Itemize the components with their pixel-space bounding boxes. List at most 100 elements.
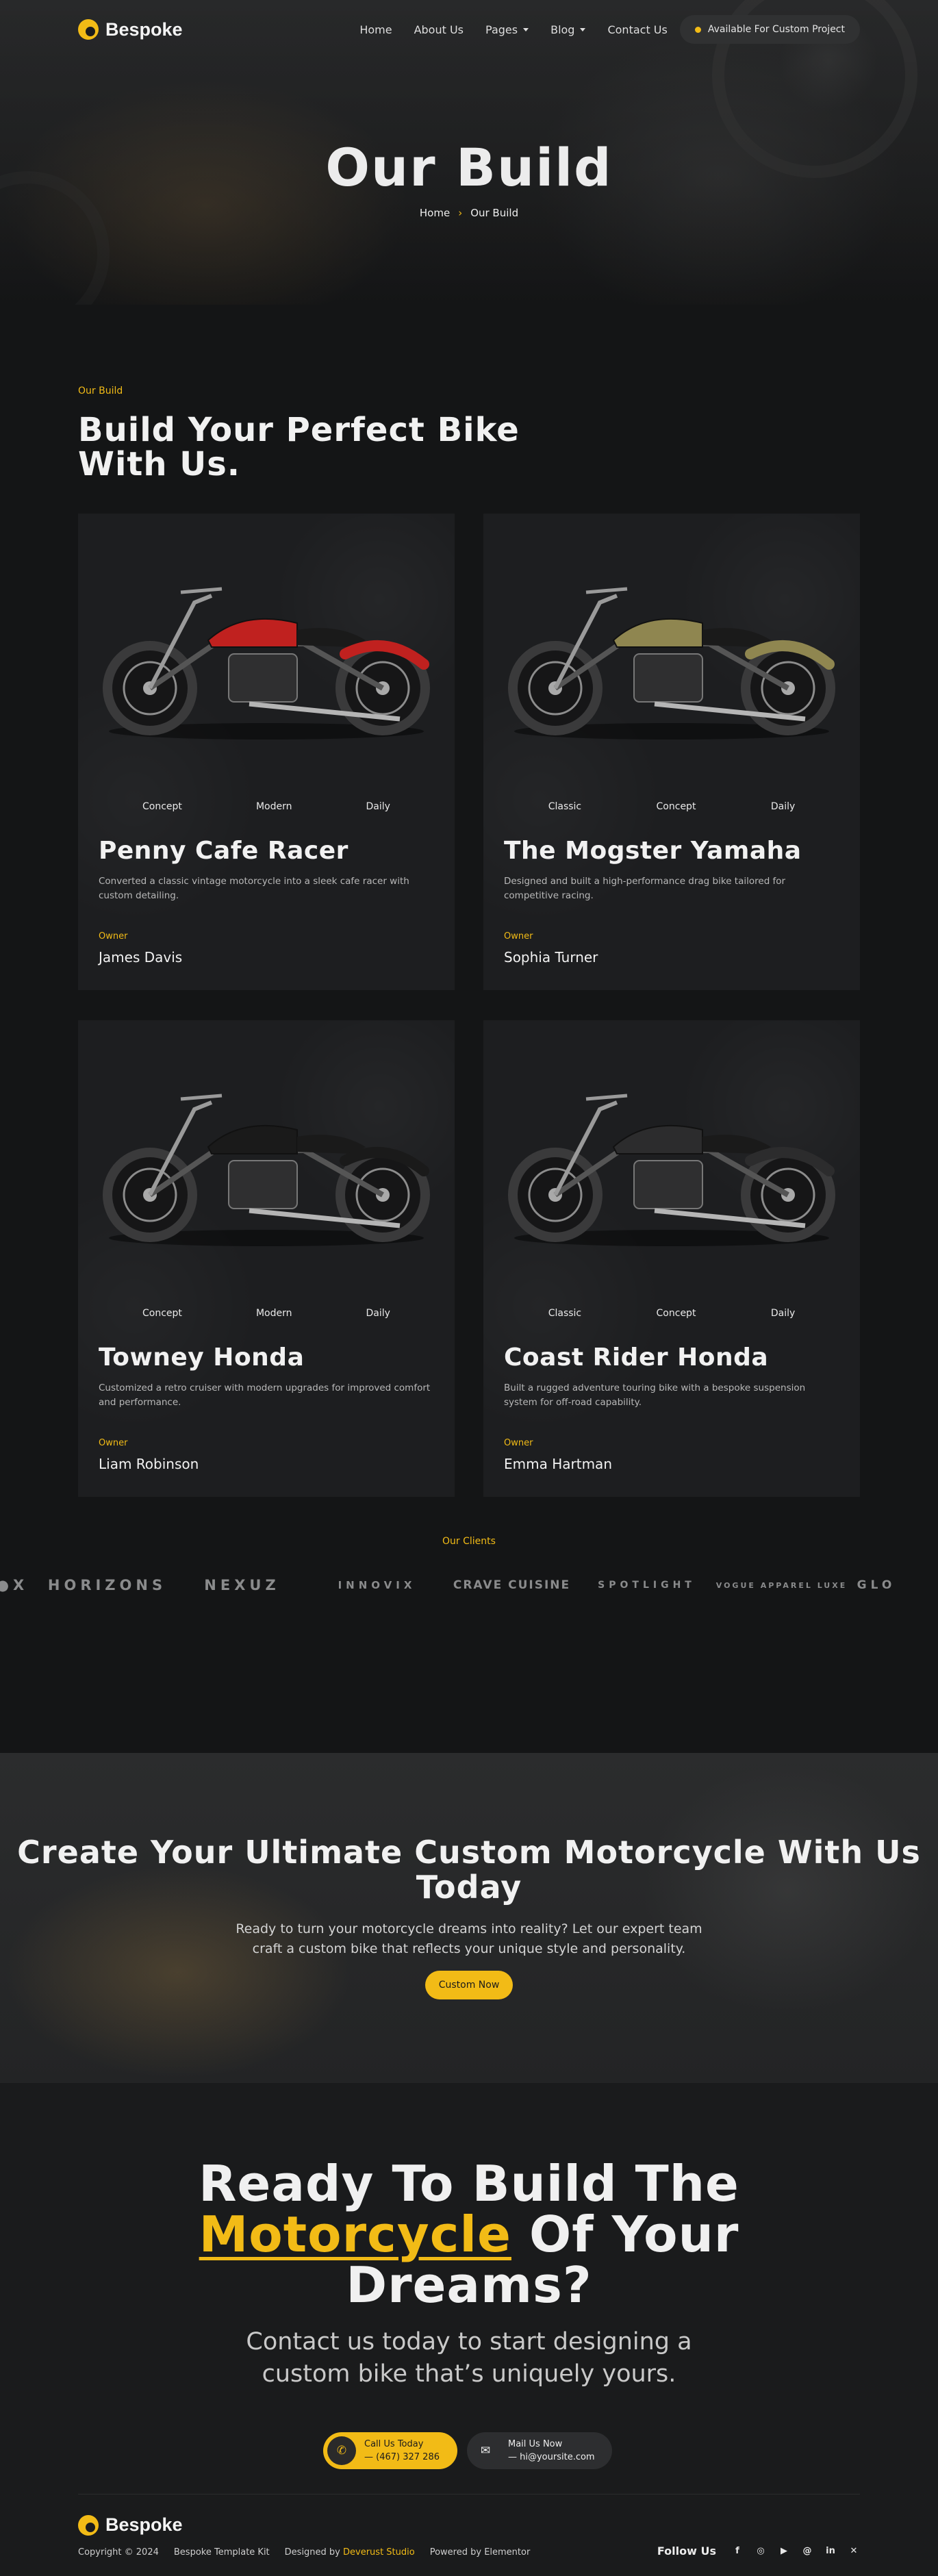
motorcycle-illustration (508, 587, 835, 740)
copyright: Copyright © 2024 (78, 2547, 159, 2558)
builds-grid: Concept Modern Daily Penny Cafe Racer Co… (78, 514, 860, 1497)
tag: Daily (770, 1308, 796, 1319)
nav-links: Home About Us Pages Blog Contact Us (359, 23, 668, 36)
facebook-icon[interactable]: f (731, 2545, 744, 2558)
nav-pages[interactable]: Pages (485, 23, 529, 36)
owner-label: Owner (504, 931, 533, 942)
fuel-tank (207, 1124, 298, 1154)
follow-label: Follow Us (657, 2545, 716, 2558)
page: Bespoke Home About Us Pages Blog Contact… (0, 0, 938, 2576)
designer-link[interactable]: Deverust Studio (343, 2547, 415, 2558)
final-title: Ready To Build The Motorcycle Of Your Dr… (0, 2158, 938, 2310)
contact-footer: Ready To Build The Motorcycle Of Your Dr… (0, 2083, 938, 2576)
nav-contact-label: Contact Us (607, 23, 668, 36)
clients-section: Our Clients ●X HORIZONS NEXUZ INNOVIX CR… (0, 1536, 938, 1753)
motorcycle-image (483, 514, 860, 801)
cta-text: Ready to turn your motorcycle dreams int… (236, 1921, 702, 1957)
engine (228, 653, 298, 703)
owner-name: Emma Hartman (504, 1456, 612, 1472)
client-logo: VOGUE APPAREL LUXE (715, 1580, 848, 1590)
build-tags: Classic Concept Daily (483, 801, 860, 812)
footer-brand-logo[interactable]: Bespoke (78, 2514, 183, 2536)
x-icon[interactable]: ✕ (848, 2545, 860, 2558)
build-tags: Concept Modern Daily (78, 801, 455, 812)
cta-banner: Create Your Ultimate Custom Motorcycle W… (0, 1753, 938, 2083)
tag: Concept (142, 801, 182, 812)
build-card[interactable]: Classic Concept Daily The Mogster Yamaha… (483, 514, 860, 990)
engine (633, 653, 703, 703)
tag: Concept (656, 801, 696, 812)
chevron-down-icon (580, 27, 586, 31)
follow-us: Follow Us f ◎ ▶ @ in ✕ (657, 2545, 860, 2558)
chevron-down-icon (523, 27, 529, 31)
build-title[interactable]: Coast Rider Honda (504, 1343, 768, 1372)
nav-contact[interactable]: Contact Us (607, 23, 667, 36)
powered-by: Powered by Elementor (429, 2547, 531, 2558)
brand-logo[interactable]: Bespoke (78, 19, 183, 40)
handlebar (585, 1094, 628, 1101)
motorcycle-illustration (103, 1094, 430, 1246)
client-logo: SPOTLIGHT (598, 1580, 696, 1591)
gear-logo-icon (78, 2514, 99, 2536)
build-title[interactable]: The Mogster Yamaha (504, 837, 802, 865)
footer-brand-name: Bespoke (105, 2514, 183, 2535)
top-nav: Bespoke Home About Us Pages Blog Contact… (78, 15, 860, 44)
custom-now-button[interactable]: Custom Now (425, 1971, 513, 1999)
breadcrumb: Home › Our Build (0, 207, 938, 219)
availability-button[interactable]: Available For Custom Project (679, 15, 860, 44)
linkedin-icon[interactable]: in (824, 2545, 837, 2558)
build-card[interactable]: Classic Concept Daily Coast Rider Honda … (483, 1020, 860, 1497)
build-title[interactable]: Penny Cafe Racer (99, 837, 348, 865)
mail-label: Mail Us Now (508, 2438, 563, 2449)
build-tags: Concept Modern Daily (78, 1308, 455, 1319)
breadcrumb-home[interactable]: Home (420, 207, 450, 219)
footer-meta: Copyright © 2024 Bespoke Template Kit De… (78, 2547, 530, 2558)
contact-buttons: ✆ Call Us Today — (467) 327 286 ✉ Mail U… (323, 2432, 612, 2469)
hero: Bespoke Home About Us Pages Blog Contact… (0, 0, 938, 305)
clients-title: Our Clients (442, 1536, 496, 1547)
build-card[interactable]: Concept Modern Daily Towney Honda Custom… (78, 1020, 455, 1497)
handlebar (180, 587, 223, 594)
final-title-highlight: Motorcycle (199, 2206, 511, 2264)
instagram-icon[interactable]: ◎ (755, 2545, 767, 2558)
nav-blog-label: Blog (550, 23, 575, 36)
client-logo: NEXUZ (204, 1577, 280, 1593)
motorcycle-illustration (103, 587, 430, 740)
gear-logo-icon (78, 19, 99, 40)
motorcycle-illustration (508, 1094, 835, 1246)
builds-title: Build Your Perfect Bike With Us. (78, 411, 520, 484)
build-title[interactable]: Towney Honda (99, 1343, 304, 1372)
mail-button[interactable]: ✉ Mail Us Now — hi@yoursite.com (467, 2432, 612, 2469)
breadcrumb-current: Our Build (470, 207, 519, 219)
mail-icon: ✉ (471, 2436, 500, 2465)
nav-blog[interactable]: Blog (550, 23, 586, 36)
mail-value: — hi@yoursite.com (508, 2452, 595, 2462)
owner-name: Liam Robinson (99, 1456, 199, 1472)
motorcycle-image (483, 1020, 860, 1308)
call-value: — (467) 327 286 (364, 2452, 440, 2462)
nav-about[interactable]: About Us (414, 23, 464, 36)
nav-home-label: Home (359, 23, 392, 36)
tag: Classic (548, 1308, 582, 1319)
owner-label: Owner (504, 1438, 533, 1448)
call-text: Call Us Today — (467) 327 286 (364, 2438, 440, 2464)
tag: Daily (366, 1308, 390, 1319)
build-card[interactable]: Concept Modern Daily Penny Cafe Racer Co… (78, 514, 455, 990)
nav-home[interactable]: Home (359, 23, 392, 36)
threads-icon[interactable]: @ (801, 2545, 813, 2558)
build-description: Designed and built a high-performance dr… (504, 876, 786, 901)
client-logo: ●X (0, 1577, 29, 1593)
build-tags: Classic Concept Daily (483, 1308, 860, 1319)
mail-text: Mail Us Now — hi@yoursite.com (508, 2438, 595, 2464)
template-kit: Bespoke Template Kit (173, 2547, 270, 2558)
availability-label: Available For Custom Project (707, 24, 845, 35)
youtube-icon[interactable]: ▶ (778, 2545, 790, 2558)
fuel-tank (612, 1124, 703, 1154)
client-logo-row: ●X HORIZONS NEXUZ INNOVIX CRAVE CUISINE … (0, 1577, 904, 1593)
client-logo: CRAVE CUISINE (453, 1578, 571, 1592)
chevron-right-icon: › (458, 207, 463, 219)
builds-eyebrow: Our Build (78, 386, 123, 396)
status-dot-icon (694, 26, 701, 33)
motorcycle-image (78, 514, 455, 801)
call-button[interactable]: ✆ Call Us Today — (467) 327 286 (323, 2432, 457, 2469)
